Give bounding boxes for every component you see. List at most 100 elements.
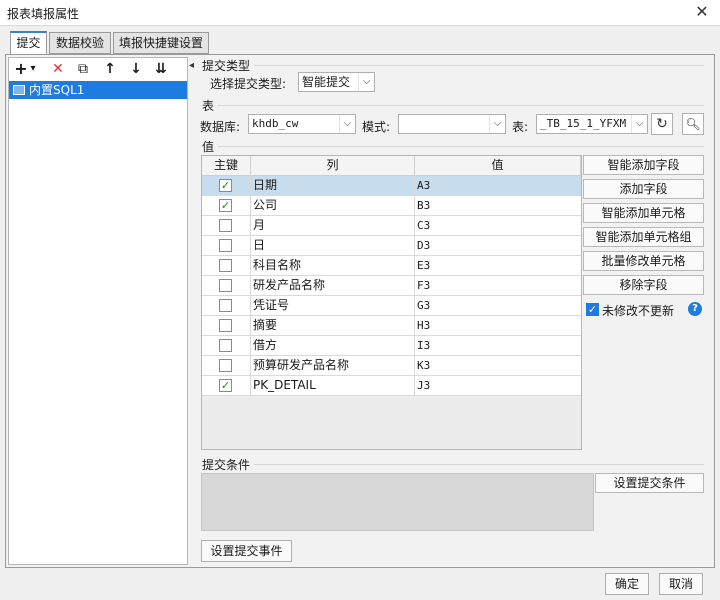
value-cell[interactable]: J3: [415, 376, 581, 396]
primary-key-checkbox[interactable]: [219, 279, 232, 292]
table-row[interactable]: 研发产品名称 F3: [202, 276, 581, 296]
column-header-column[interactable]: 列: [251, 156, 415, 176]
primary-key-checkbox[interactable]: ✓: [219, 199, 232, 212]
primary-key-checkbox[interactable]: [219, 359, 232, 372]
database-select[interactable]: khdb_cw ⌵: [248, 114, 356, 134]
value-cell[interactable]: K3: [415, 356, 581, 376]
primary-key-checkbox[interactable]: [219, 319, 232, 332]
schema-select[interactable]: ⌵: [398, 114, 506, 134]
table-row[interactable]: 借方 I3: [202, 336, 581, 356]
submit-type-label: 选择提交类型:: [210, 77, 287, 91]
column-name-cell[interactable]: 月: [251, 216, 415, 236]
table-row[interactable]: ✓ PK_DETAIL J3: [202, 376, 581, 396]
sort-icon[interactable]: ⇊: [151, 59, 171, 79]
column-name-cell[interactable]: 科目名称: [251, 256, 415, 276]
preview-icon[interactable]: 🔍︎: [682, 113, 704, 135]
cancel-button[interactable]: 取消: [659, 573, 703, 595]
primary-key-checkbox[interactable]: ✓: [219, 379, 232, 392]
title-bar: [0, 0, 720, 26]
value-cell[interactable]: C3: [415, 216, 581, 236]
tab-shortcut-settings[interactable]: 填报快捷键设置: [113, 32, 209, 54]
value-cell[interactable]: D3: [415, 236, 581, 256]
tab-submit[interactable]: 提交: [10, 31, 47, 55]
no-update-unmodified-label: 未修改不更新: [602, 304, 675, 318]
column-name-cell[interactable]: 摘要: [251, 316, 415, 336]
divider: [254, 464, 704, 465]
value-section-title: 值: [202, 140, 215, 154]
table-row[interactable]: 科目名称 E3: [202, 256, 581, 276]
column-name-cell[interactable]: 研发产品名称: [251, 276, 415, 296]
table-label: 表:: [512, 120, 529, 134]
no-update-unmodified-checkbox[interactable]: ✓: [586, 303, 599, 316]
primary-key-checkbox[interactable]: [219, 299, 232, 312]
table-row[interactable]: 预算研发产品名称 K3: [202, 356, 581, 376]
primary-key-checkbox[interactable]: [219, 239, 232, 252]
column-name-cell[interactable]: 日: [251, 236, 415, 256]
help-icon[interactable]: ?: [688, 302, 702, 316]
set-submit-event-button[interactable]: 设置提交事件: [201, 540, 292, 562]
primary-key-cell: ✓: [202, 376, 251, 396]
move-down-icon[interactable]: ↓: [126, 59, 146, 79]
value-cell[interactable]: H3: [415, 316, 581, 336]
value-cell[interactable]: G3: [415, 296, 581, 316]
table-row[interactable]: 凭证号 G3: [202, 296, 581, 316]
tree-item-label: 内置SQL1: [29, 83, 85, 97]
tab-data-validation[interactable]: 数据校验: [49, 32, 111, 54]
ok-button[interactable]: 确定: [605, 573, 649, 595]
database-label: 数据库:: [200, 120, 241, 134]
move-up-icon[interactable]: ↑: [100, 59, 120, 79]
primary-key-checkbox[interactable]: [219, 259, 232, 272]
primary-key-cell: [202, 256, 251, 276]
divider: [218, 105, 704, 106]
refresh-icon[interactable]: ↻: [651, 113, 673, 135]
column-name-cell[interactable]: 公司: [251, 196, 415, 216]
close-icon[interactable]: ✕: [692, 2, 712, 22]
submit-type-section-title: 提交类型: [202, 59, 251, 73]
value-cell[interactable]: I3: [415, 336, 581, 356]
condition-area: [201, 473, 594, 531]
column-name-cell[interactable]: 预算研发产品名称: [251, 356, 415, 376]
column-header-key[interactable]: 主键: [202, 156, 251, 176]
value-cell[interactable]: A3: [415, 176, 581, 196]
value-cell[interactable]: E3: [415, 256, 581, 276]
primary-key-checkbox[interactable]: [219, 219, 232, 232]
table-row[interactable]: 日 D3: [202, 236, 581, 256]
column-name-cell[interactable]: PK_DETAIL: [251, 376, 415, 396]
table-row[interactable]: ✓ 公司 B3: [202, 196, 581, 216]
primary-key-cell: [202, 356, 251, 376]
value-cell[interactable]: F3: [415, 276, 581, 296]
value-cell[interactable]: B3: [415, 196, 581, 216]
primary-key-checkbox[interactable]: ✓: [219, 179, 232, 192]
column-name-cell[interactable]: 借方: [251, 336, 415, 356]
add-dropdown-icon[interactable]: ▾: [28, 59, 38, 79]
table-row[interactable]: ✓ 日期 A3: [202, 176, 581, 196]
primary-key-cell: [202, 296, 251, 316]
smart-add-field-button[interactable]: 智能添加字段: [583, 155, 704, 175]
smart-add-cell-group-button[interactable]: 智能添加单元格组: [583, 227, 704, 247]
copy-icon[interactable]: ⧉: [73, 59, 93, 79]
smart-add-cell-button[interactable]: 智能添加单元格: [583, 203, 704, 223]
delete-icon[interactable]: ✕: [48, 59, 68, 79]
batch-edit-cell-button[interactable]: 批量修改单元格: [583, 251, 704, 271]
sql-list-panel: [8, 57, 188, 565]
add-icon[interactable]: +: [14, 59, 28, 79]
divider: [218, 146, 704, 147]
table-row[interactable]: 月 C3: [202, 216, 581, 236]
collapse-arrow-icon[interactable]: ◂: [189, 60, 194, 71]
sql-icon: [13, 85, 25, 95]
column-name-cell[interactable]: 日期: [251, 176, 415, 196]
submit-type-select[interactable]: 智能提交 ⌵: [298, 72, 375, 92]
table-row[interactable]: 摘要 H3: [202, 316, 581, 336]
condition-section-title: 提交条件: [202, 458, 251, 472]
remove-field-button[interactable]: 移除字段: [583, 275, 704, 295]
set-condition-button[interactable]: 设置提交条件: [595, 473, 704, 493]
column-name-cell[interactable]: 凭证号: [251, 296, 415, 316]
primary-key-checkbox[interactable]: [219, 339, 232, 352]
primary-key-cell: [202, 276, 251, 296]
column-header-value[interactable]: 值: [415, 156, 581, 176]
chevron-down-icon: ⌵: [339, 115, 355, 133]
table-select[interactable]: _TB_15_1_YFXM ⌵: [536, 114, 648, 134]
tree-item-sql1[interactable]: 内置SQL1: [9, 81, 187, 99]
table-value: _TB_15_1_YFXM: [540, 117, 627, 130]
add-field-button[interactable]: 添加字段: [583, 179, 704, 199]
